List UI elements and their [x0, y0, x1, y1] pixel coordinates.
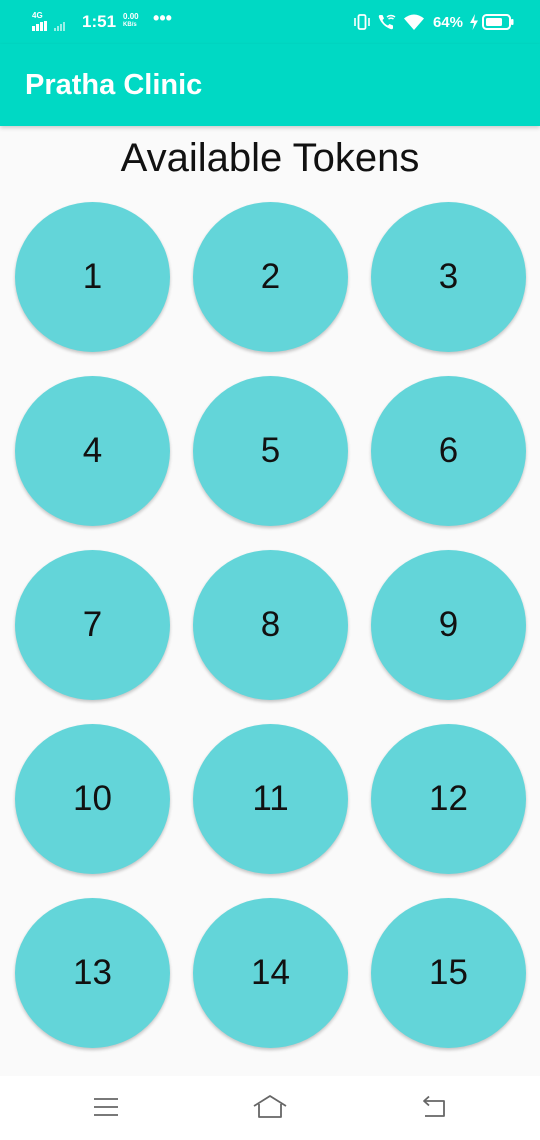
- battery-icon: [482, 13, 514, 31]
- menu-button[interactable]: [86, 1092, 126, 1122]
- network-indicator: 4G: [30, 11, 78, 33]
- signal-icon: [32, 21, 65, 31]
- home-icon: [253, 1095, 287, 1118]
- token-button[interactable]: 1: [15, 202, 170, 352]
- status-right: 64%: [347, 10, 514, 34]
- app-title: Pratha Clinic: [25, 69, 203, 101]
- token-button[interactable]: 5: [193, 376, 348, 526]
- status-left: 4G 1:51 0.00 KB/s •••: [30, 7, 172, 34]
- speed-value: 0.00: [123, 12, 139, 21]
- more-notifications-icon: •••: [153, 7, 172, 28]
- token-button[interactable]: 15: [371, 898, 526, 1048]
- clock: 1:51: [82, 12, 117, 31]
- navigation-bar: [0, 1076, 540, 1140]
- wifi-call-icon: [377, 13, 397, 31]
- back-button[interactable]: [414, 1092, 454, 1122]
- menu-icon: [94, 1098, 118, 1116]
- token-button[interactable]: 3: [371, 202, 526, 352]
- network-speed: 0.00 KB/s: [123, 12, 145, 32]
- back-icon: [423, 1095, 445, 1117]
- app-bar: Pratha Clinic: [0, 44, 540, 126]
- token-grid: 1 2 3 4 5 6 7 8 9 10 11 12 13 14 15: [15, 202, 527, 1048]
- vibrate-icon: [353, 13, 371, 31]
- token-button[interactable]: 7: [15, 550, 170, 700]
- token-button[interactable]: 12: [371, 724, 526, 874]
- charging-icon: [469, 14, 479, 30]
- battery-percent: 64%: [432, 13, 463, 31]
- token-button[interactable]: 4: [15, 376, 170, 526]
- token-button[interactable]: 13: [15, 898, 170, 1048]
- token-button[interactable]: 10: [15, 724, 170, 874]
- token-button[interactable]: 11: [193, 724, 348, 874]
- network-type: 4G: [32, 11, 43, 20]
- speed-unit: KB/s: [123, 22, 137, 28]
- token-button[interactable]: 9: [371, 550, 526, 700]
- token-button[interactable]: 8: [193, 550, 348, 700]
- available-tokens-heading: Available Tokens: [120, 136, 420, 180]
- token-button[interactable]: 14: [193, 898, 348, 1048]
- token-button[interactable]: 6: [371, 376, 526, 526]
- token-button[interactable]: 2: [193, 202, 348, 352]
- status-bar: 4G 1:51 0.00 KB/s ••• 64%: [0, 0, 540, 44]
- wifi-icon: [403, 13, 425, 31]
- home-button[interactable]: [250, 1092, 290, 1122]
